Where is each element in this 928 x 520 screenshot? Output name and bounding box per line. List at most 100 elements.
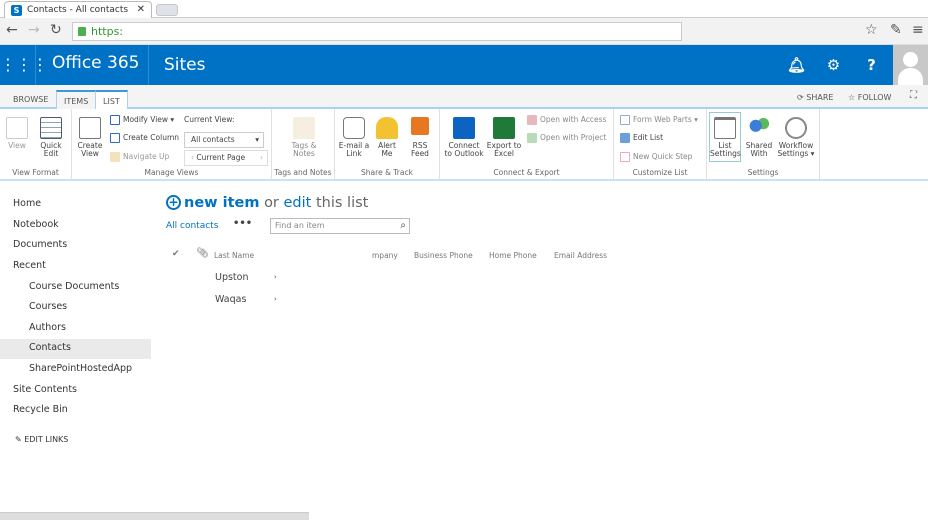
column-company[interactable]: mpany	[372, 251, 398, 260]
close-tab-icon[interactable]: ✕	[137, 2, 145, 18]
help-icon[interactable]: ?	[853, 45, 890, 85]
workflow-settings-button[interactable]: Workflow Settings ▾	[777, 117, 815, 158]
suite-bar: ⋮⋮⋮ Office 365 Sites 🔔︎ ⚙ ?	[0, 45, 928, 85]
create-view-button[interactable]: Create View	[76, 117, 104, 158]
shared-with-button[interactable]: Shared With	[745, 117, 773, 158]
current-view-select[interactable]: All contacts ▾	[184, 132, 264, 148]
tab-browse[interactable]: BROWSE	[6, 90, 55, 109]
selected-nav-highlight	[0, 339, 151, 359]
nav-site-contents[interactable]: Site Contents	[13, 384, 77, 395]
extension-icon[interactable]: ✎	[890, 22, 902, 38]
column-email-address[interactable]: Email Address	[554, 251, 607, 260]
avatar[interactable]	[893, 45, 928, 85]
nav-recycle-bin[interactable]: Recycle Bin	[13, 404, 68, 415]
search-placeholder: Find an item	[275, 221, 325, 230]
export-excel-button[interactable]: Export to Excel	[486, 117, 522, 158]
column-business-phone[interactable]: Business Phone	[414, 251, 473, 260]
table-row-last-name[interactable]: Waqas	[215, 294, 246, 305]
lock-icon	[78, 27, 86, 36]
modify-view-button[interactable]: Modify View ▾	[110, 114, 174, 126]
tags-notes-button[interactable]: Tags & Notes	[284, 117, 324, 158]
select-all-check-icon[interactable]: ✔	[172, 249, 180, 259]
row-menu-icon[interactable]: ›	[274, 295, 277, 303]
create-column-button[interactable]: Create Column	[110, 132, 179, 144]
group-connect-export: Connect to Outlook Export to Excel Open …	[440, 109, 614, 179]
column-last-name[interactable]: Last Name	[214, 251, 254, 260]
nav-authors[interactable]: Authors	[29, 322, 66, 333]
gear-icon[interactable]: ⚙	[815, 45, 852, 85]
group-label: View Format	[12, 168, 59, 177]
row-menu-icon[interactable]: ›	[274, 273, 277, 281]
menu-icon[interactable]: ≡	[912, 22, 924, 38]
table-row-last-name[interactable]: Upston	[215, 272, 249, 283]
group-label: Connect & Export	[493, 168, 560, 177]
more-views-button[interactable]: •••	[233, 218, 252, 229]
nav-recent[interactable]: Recent	[13, 260, 46, 271]
rss-feed-button[interactable]: RSS Feed	[407, 117, 433, 158]
tab-title: Contacts - All contacts	[27, 5, 129, 15]
browser-tab[interactable]: S Contacts - All contacts ✕	[4, 1, 152, 19]
forward-icon[interactable]: →	[28, 22, 40, 38]
app-launcher-icon[interactable]: ⋮⋮⋮	[0, 45, 48, 85]
reload-icon[interactable]: ↻	[50, 22, 62, 38]
nav-sharepointhostedapp[interactable]: SharePointHostedApp	[29, 363, 132, 374]
edit-links-button[interactable]: ✎ EDIT LINKS	[15, 435, 68, 444]
nav-courses[interactable]: Courses	[29, 301, 67, 312]
browser-tab-bar: S Contacts - All contacts ✕	[0, 0, 928, 19]
attachment-icon: 📎︎	[196, 248, 209, 259]
form-web-parts-button[interactable]: Form Web Parts ▾	[620, 114, 698, 126]
new-item-link[interactable]: new item	[184, 195, 259, 211]
office365-brand[interactable]: Office 365	[52, 53, 139, 73]
sharepoint-favicon-icon: S	[11, 5, 22, 16]
group-label: Settings	[747, 168, 779, 177]
address-bar-area: ← → ↻ https: ☆ ✎ ≡	[0, 18, 928, 45]
edit-list-link[interactable]: edit	[284, 195, 312, 211]
tab-items[interactable]: ITEMS	[56, 90, 97, 111]
nav-course-documents[interactable]: Course Documents	[29, 281, 119, 292]
or-text: or	[264, 195, 279, 211]
nav-documents[interactable]: Documents	[13, 239, 67, 250]
pencil-icon: ✎	[15, 435, 25, 444]
focus-content-icon[interactable]: ⛶	[910, 90, 917, 101]
share-button[interactable]: ⟳ SHARE	[797, 93, 833, 102]
search-input[interactable]: Find an item ⌕	[270, 218, 410, 234]
ribbon-tabs: BROWSE ITEMS LIST ⟳ SHARE ☆ FOLLOW ⛶	[0, 85, 928, 111]
group-tags-notes: Tags & Notes Tags and Notes	[272, 109, 335, 179]
bell-icon[interactable]: 🔔︎	[778, 45, 815, 85]
group-label: Customize List	[632, 168, 688, 177]
add-icon[interactable]: +	[166, 195, 181, 210]
quick-edit-button[interactable]: Quick Edit	[36, 117, 66, 158]
nav-notebook[interactable]: Notebook	[13, 219, 59, 230]
view-all-contacts[interactable]: All contacts	[166, 221, 218, 231]
alert-me-button[interactable]: Alert Me	[375, 117, 399, 158]
view-button[interactable]: View	[4, 117, 30, 150]
new-quick-step-button[interactable]: New Quick Step	[620, 151, 692, 163]
sites-link[interactable]: Sites	[148, 45, 206, 85]
back-icon[interactable]: ←	[6, 22, 18, 38]
edit-list-button[interactable]: Edit List	[620, 132, 663, 144]
nav-contacts[interactable]: Contacts	[29, 342, 71, 353]
connect-outlook-button[interactable]: Connect to Outlook	[444, 117, 484, 158]
open-project-button[interactable]: Open with Project	[527, 132, 606, 144]
email-link-button[interactable]: E-mail a Link	[337, 117, 371, 158]
navigate-up-button[interactable]: Navigate Up	[110, 151, 169, 163]
list-title-bar: + new item or edit this list	[166, 195, 368, 211]
list-settings-button[interactable]: List Settings	[709, 112, 741, 162]
this-list-text: this list	[315, 195, 369, 211]
url-input[interactable]: https:	[72, 22, 682, 41]
group-settings: List Settings Shared With Workflow Setti…	[707, 109, 820, 179]
group-share-track: E-mail a Link Alert Me RSS Feed Share & …	[335, 109, 440, 179]
follow-button[interactable]: ☆ FOLLOW	[848, 93, 891, 102]
tab-list[interactable]: LIST	[95, 90, 128, 111]
nav-home[interactable]: Home	[13, 198, 41, 209]
search-icon[interactable]: ⌕	[400, 219, 406, 233]
current-page-pager[interactable]: ‹ Current Page ›	[184, 150, 268, 166]
column-home-phone[interactable]: Home Phone	[489, 251, 537, 260]
open-access-button[interactable]: Open with Access	[527, 114, 606, 126]
group-customize-list: Form Web Parts ▾ Edit List New Quick Ste…	[614, 109, 707, 179]
url-text: https:	[91, 25, 124, 38]
horizontal-scrollbar[interactable]	[0, 512, 309, 520]
bookmark-star-icon[interactable]: ☆	[865, 22, 878, 38]
new-tab-button[interactable]	[156, 4, 178, 16]
ribbon: View Quick Edit View Format Create View …	[0, 109, 928, 181]
